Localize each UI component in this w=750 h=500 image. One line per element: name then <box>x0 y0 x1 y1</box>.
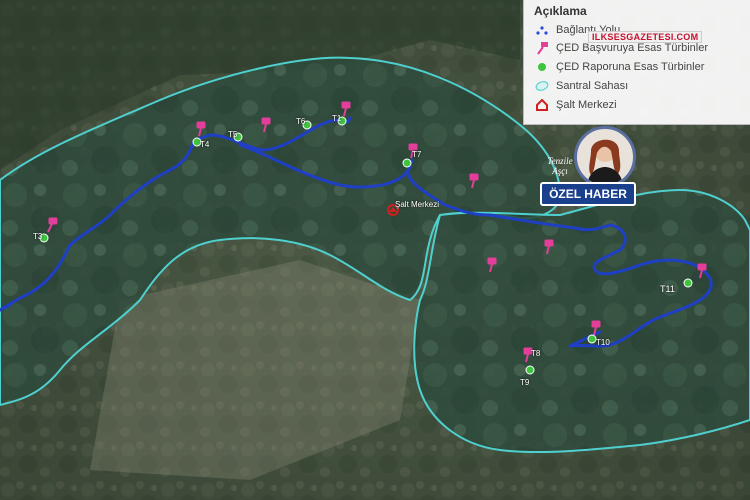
legend-item-report-turbines: ÇED Raporuna Esas Türbinler <box>534 59 704 75</box>
turbine-label-t5: T5 <box>228 130 238 139</box>
turbine-label-t10: T10 <box>596 338 610 347</box>
turbine-label-t7: T7 <box>412 150 422 159</box>
turbine-dot-t7 <box>402 158 412 168</box>
turbine-label-t9: T9 <box>520 378 530 387</box>
turbine-label-t1: T1 <box>332 114 342 123</box>
author-name: Tenzile Aşçı <box>547 156 573 176</box>
legend-title: Açıklama <box>534 4 587 18</box>
site-watermark: ILKSESGAZETESI.COM <box>588 31 703 43</box>
turbine-dot-t11 <box>683 278 693 288</box>
author-badge: Tenzile Aşçı ÖZEL HABER <box>536 126 638 206</box>
turbine-dot-t10 <box>587 334 597 344</box>
map-legend: Açıklama Bağlantı Yolu ÇED Başvuruya Esa… <box>523 0 750 125</box>
substation-label: Şalt Merkezi <box>395 200 440 209</box>
house-icon <box>534 97 550 113</box>
turbine-label-t11: T11 <box>660 284 675 294</box>
author-photo <box>574 126 636 188</box>
legend-label: ÇED Başvuruya Esas Türbinler <box>556 42 709 54</box>
road-dots-icon <box>534 22 550 38</box>
legend-label: Santral Sahası <box>556 80 629 92</box>
area-ellipse-icon <box>534 78 550 94</box>
legend-label: Şalt Merkezi <box>556 99 617 111</box>
legend-item-plant-area: Santral Sahası <box>534 78 628 94</box>
legend-item-substation: Şalt Merkezi <box>534 97 617 113</box>
turbine-label-t3: T3 <box>33 232 43 241</box>
turbine-dot-t9 <box>525 365 535 375</box>
legend-label: ÇED Raporuna Esas Türbinler <box>556 61 705 73</box>
exclusive-news-ribbon: ÖZEL HABER <box>540 182 636 206</box>
turbine-label-t4: T4 <box>200 140 210 149</box>
pushpin-icon <box>534 40 550 56</box>
green-dot-icon <box>534 59 550 75</box>
turbine-label-t8: T8 <box>531 349 541 358</box>
turbine-label-t6: T6 <box>296 117 306 126</box>
